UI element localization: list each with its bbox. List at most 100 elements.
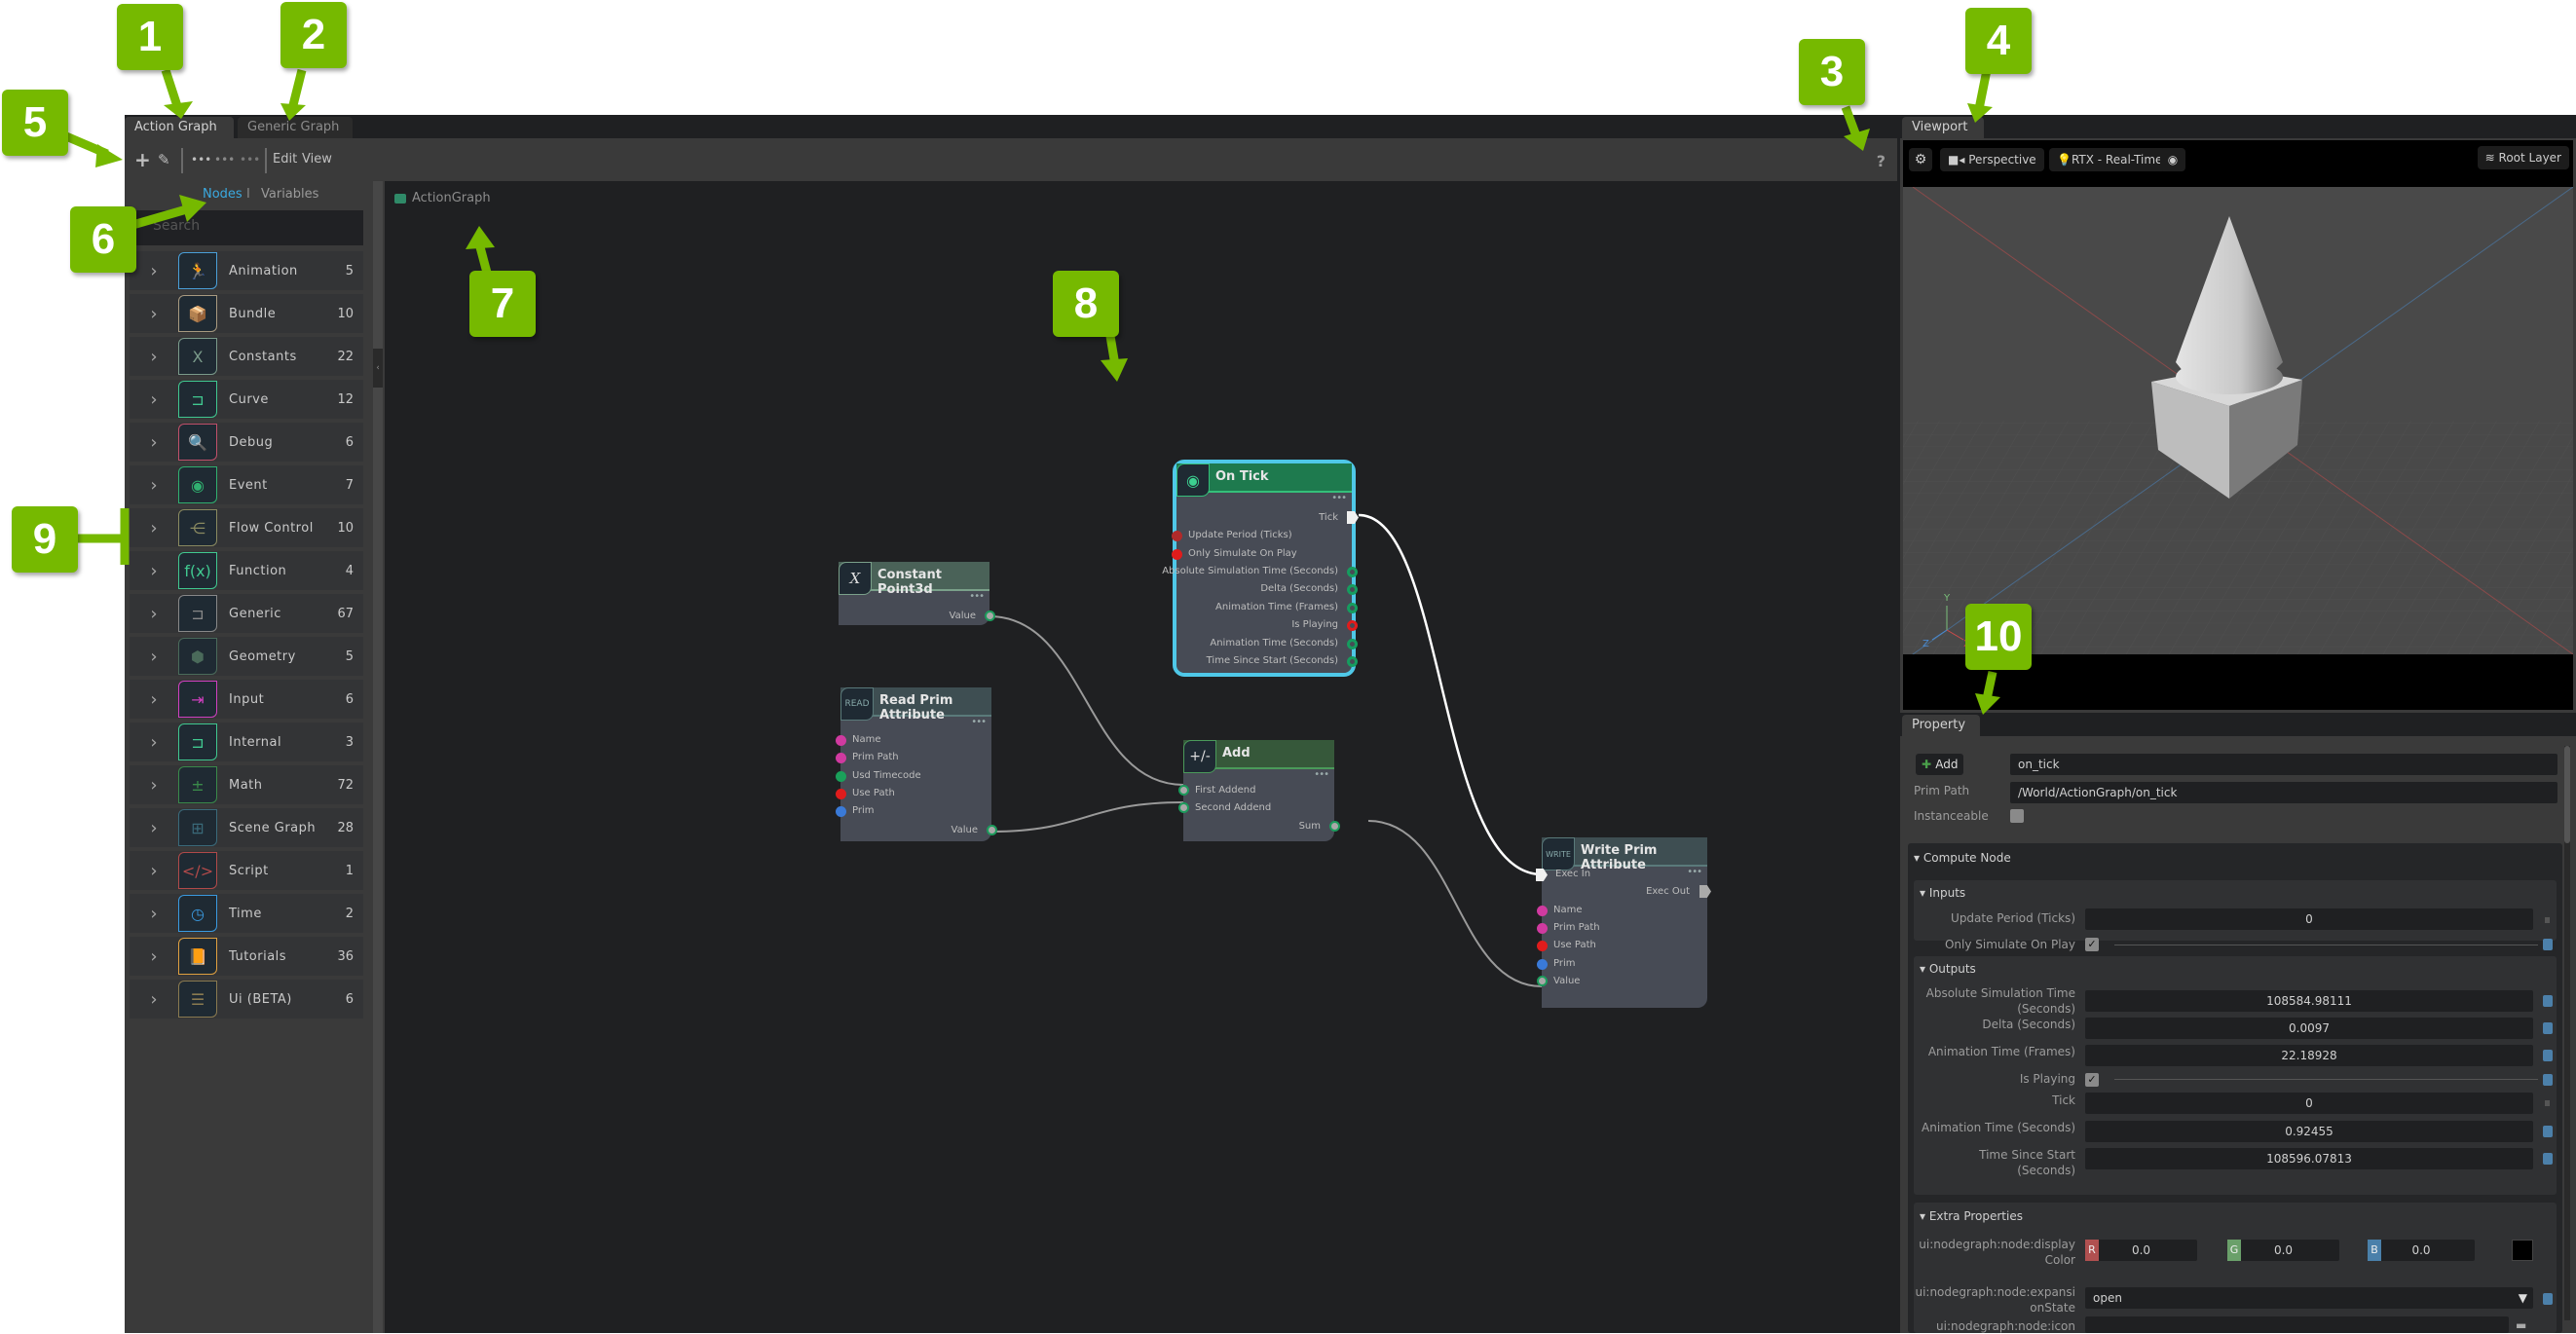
eye-icon[interactable]: ◉ xyxy=(2160,148,2185,171)
chevron-right-icon[interactable]: › xyxy=(130,732,178,753)
node-write-prim-attribute[interactable]: WRITE Write Prim Attribute ••• Exec In E… xyxy=(1536,837,1711,1008)
category-ui-beta[interactable]: › ☰ Ui (BETA) 6 xyxy=(130,980,363,1019)
output-pin[interactable] xyxy=(1347,584,1358,595)
chevron-right-icon[interactable]: › xyxy=(130,904,178,924)
input-pin[interactable] xyxy=(1537,923,1548,934)
node-constant-point3d[interactable]: X Constant Point3d ••• Value xyxy=(839,562,995,625)
chevron-right-icon[interactable]: › xyxy=(130,432,178,453)
category-event[interactable]: › ◉ Event 7 xyxy=(130,465,363,504)
category-bundle[interactable]: › 📦 Bundle 10 xyxy=(130,294,363,333)
pencil-icon[interactable]: ✎ xyxy=(158,150,170,169)
node-on-tick[interactable]: ◉ On Tick ••• Tick Update Period (Ticks)… xyxy=(1162,460,1359,677)
layout-dots-icon[interactable]: ••• xyxy=(214,150,235,169)
chevron-right-icon[interactable]: › xyxy=(130,304,178,324)
chevron-right-icon[interactable]: › xyxy=(130,775,178,796)
category-generic[interactable]: › ⊐ Generic 67 xyxy=(130,594,363,633)
icon-path-field[interactable] xyxy=(2085,1316,2509,1333)
extra-properties-header[interactable]: ▾ Extra Properties xyxy=(1920,1209,2023,1223)
graph-canvas[interactable]: ActionGraph ◉ On Tick ••• Tick Update Pe… xyxy=(385,181,1897,1333)
input-pin[interactable] xyxy=(1178,802,1189,813)
category-input[interactable]: › ⇥ Input 6 xyxy=(130,680,363,719)
input-pin[interactable] xyxy=(836,735,846,746)
category-geometry[interactable]: › ⬢ Geometry 5 xyxy=(130,637,363,676)
chevron-right-icon[interactable]: › xyxy=(130,689,178,710)
output-pin[interactable] xyxy=(1347,656,1358,667)
category-script[interactable]: › </> Script 1 xyxy=(130,851,363,890)
tab-nodes[interactable]: Nodes xyxy=(203,187,243,202)
category-scene-graph[interactable]: › ⊞ Scene Graph 28 xyxy=(130,808,363,847)
search-input[interactable]: Search xyxy=(130,210,363,245)
output-field[interactable]: 108584.98111 xyxy=(2085,990,2533,1012)
modified-indicator[interactable] xyxy=(2543,1126,2553,1137)
modified-indicator[interactable] xyxy=(2543,1074,2553,1086)
input-pin[interactable] xyxy=(836,771,846,782)
node-menu-dots[interactable]: ••• xyxy=(971,717,987,727)
tab-action-graph[interactable]: Action Graph xyxy=(125,117,234,138)
category-debug[interactable]: › 🔍 Debug 6 xyxy=(130,423,363,462)
input-pin[interactable] xyxy=(1178,785,1189,796)
is-playing-checkbox[interactable]: ✓ xyxy=(2085,1073,2099,1087)
camera-button[interactable]: ■◂ Perspective xyxy=(1940,148,2044,171)
compute-node-header[interactable]: ▾ Compute Node xyxy=(1914,851,2011,865)
outputs-header[interactable]: ▾ Outputs xyxy=(1920,962,1976,976)
color-b-field[interactable]: B 0.0 xyxy=(2368,1240,2475,1261)
folder-icon[interactable]: ▬ xyxy=(2516,1318,2526,1332)
chevron-right-icon[interactable]: › xyxy=(130,647,178,667)
inputs-header[interactable]: ▾ Inputs xyxy=(1920,886,1965,900)
output-pin[interactable] xyxy=(1347,639,1358,649)
output-pin[interactable] xyxy=(1329,821,1340,832)
category-function[interactable]: › f(x) Function 4 xyxy=(130,551,363,590)
input-pin[interactable] xyxy=(836,806,846,817)
node-menu-dots[interactable]: ••• xyxy=(1314,769,1329,780)
color-swatch[interactable] xyxy=(2512,1240,2533,1261)
chevron-right-icon[interactable]: › xyxy=(130,604,178,624)
chevron-right-icon[interactable]: › xyxy=(130,475,178,496)
update-period-field[interactable]: 0 xyxy=(2085,908,2533,930)
input-pin[interactable] xyxy=(1537,976,1548,986)
layout-dots-icon[interactable]: ••• xyxy=(240,150,260,169)
chevron-right-icon[interactable]: › xyxy=(130,861,178,881)
tab-generic-graph[interactable]: Generic Graph xyxy=(238,117,353,138)
gear-icon[interactable]: ⚙ xyxy=(1909,148,1932,171)
tab-viewport[interactable]: Viewport xyxy=(1902,117,1984,138)
input-pin[interactable] xyxy=(1172,531,1182,541)
input-pin[interactable] xyxy=(1172,549,1182,560)
input-pin[interactable] xyxy=(1537,941,1548,951)
input-pin[interactable] xyxy=(1537,906,1548,916)
edit-menu[interactable]: Edit xyxy=(273,152,297,167)
output-field[interactable]: 0 xyxy=(2085,1093,2533,1114)
category-animation[interactable]: › 🏃 Animation 5 xyxy=(130,251,363,290)
color-g-field[interactable]: G 0.0 xyxy=(2227,1240,2339,1261)
layer-button[interactable]: ≋ Root Layer xyxy=(2477,146,2569,169)
modified-indicator[interactable] xyxy=(2543,1153,2553,1165)
prim-path-field[interactable]: /World/ActionGraph/on_tick xyxy=(2010,782,2557,803)
category-internal[interactable]: › ⊐ Internal 3 xyxy=(130,723,363,761)
chevron-right-icon[interactable]: › xyxy=(130,261,178,281)
node-add[interactable]: +/- Add ••• First Addend Second Addend S… xyxy=(1178,740,1340,841)
output-pin[interactable] xyxy=(985,611,995,621)
chevron-right-icon[interactable]: › xyxy=(130,989,178,1010)
collapse-handle[interactable]: ‹ xyxy=(373,349,383,388)
output-field[interactable]: 108596.07813 xyxy=(2085,1148,2533,1169)
panel-splitter[interactable]: ‹ xyxy=(373,181,383,1333)
category-tutorials[interactable]: › 📙 Tutorials 36 xyxy=(130,937,363,976)
output-pin[interactable] xyxy=(987,825,997,835)
output-field[interactable]: 22.18928 xyxy=(2085,1045,2533,1066)
category-constants[interactable]: › X Constants 22 xyxy=(130,337,363,376)
view-menu[interactable]: View xyxy=(302,152,332,167)
plus-icon[interactable]: + xyxy=(134,150,151,169)
node-menu-dots[interactable]: ••• xyxy=(1331,493,1347,503)
output-field[interactable]: 0.0097 xyxy=(2085,1018,2533,1039)
scrollbar[interactable] xyxy=(2564,746,2570,1320)
modified-indicator[interactable] xyxy=(2543,1022,2553,1034)
output-pin[interactable] xyxy=(1347,603,1358,613)
tab-variables[interactable]: Variables xyxy=(261,187,318,202)
color-r-field[interactable]: R 0.0 xyxy=(2085,1240,2197,1261)
input-pin[interactable] xyxy=(836,789,846,799)
node-read-prim-attribute[interactable]: READ Read Prim Attribute ••• Name Prim P… xyxy=(836,687,997,841)
only-simulate-checkbox[interactable]: ✓ xyxy=(2085,938,2099,951)
tab-property[interactable]: Property xyxy=(1902,715,1980,736)
add-button[interactable]: ✚ Add xyxy=(1916,754,1964,775)
output-pin[interactable] xyxy=(1347,620,1358,631)
category-math[interactable]: › ± Math 72 xyxy=(130,765,363,804)
